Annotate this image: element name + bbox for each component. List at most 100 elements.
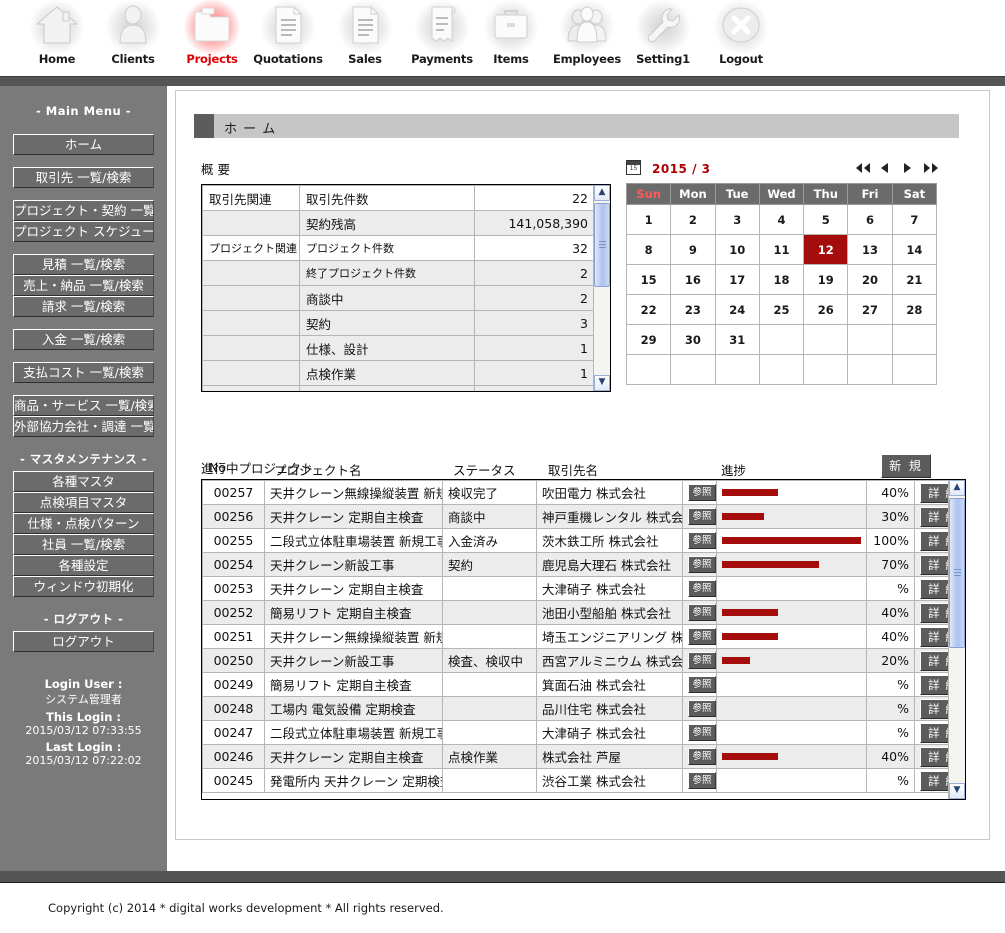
projects-scroll-down-icon[interactable]: ▼ — [949, 783, 965, 799]
calendar-day-29[interactable]: 29 — [625, 324, 672, 355]
calendar-day-15[interactable]: 15 — [625, 264, 672, 295]
reference-button[interactable]: 参照 — [688, 700, 716, 717]
sidebar-maintenance-item-0[interactable]: 各種マスタ — [13, 471, 154, 492]
sidebar-maintenance-item-3[interactable]: 社員 一覧/検索 — [13, 534, 154, 555]
sidebar-item-3-2[interactable]: 請求 一覧/検索 — [13, 296, 154, 317]
sidebar-item-2-1[interactable]: プロジェクト スケジュール — [13, 221, 154, 242]
top-nav-underline — [0, 76, 1005, 86]
calendar-day-20[interactable]: 20 — [847, 264, 893, 295]
progress-bar-cell — [716, 648, 867, 673]
project-no: 00255 — [202, 528, 265, 553]
calendar-day-5[interactable]: 5 — [803, 204, 849, 235]
sidebar-maintenance-items: 各種マスタ 点検項目マスタ 仕様・点検パターン 社員 一覧/検索 各種設定 ウィンドウ初期… — [0, 471, 167, 597]
sidebar-item-6-0[interactable]: 商品・サービス 一覧/検索 — [13, 395, 154, 416]
sidebar-maintenance-item-1[interactable]: 点検項目マスタ — [13, 492, 154, 513]
reference-button[interactable]: 参照 — [688, 676, 716, 693]
calendar-day-22[interactable]: 22 — [625, 294, 672, 325]
reference-button[interactable]: 参照 — [688, 532, 716, 549]
sidebar-item-0-0[interactable]: ホーム — [13, 134, 154, 155]
reference-button[interactable]: 参照 — [688, 652, 716, 669]
calendar-day-9[interactable]: 9 — [670, 234, 716, 265]
calendar-day-27[interactable]: 27 — [847, 294, 893, 325]
calendar-day-3[interactable]: 3 — [714, 204, 760, 235]
reference-button[interactable]: 参照 — [688, 556, 716, 573]
sidebar-maintenance-item-2[interactable]: 仕様・点検パターン — [13, 513, 154, 534]
calendar-next-year-icon[interactable] — [922, 160, 940, 179]
calendar-day-2[interactable]: 2 — [670, 204, 716, 235]
summary-scroll-down-icon[interactable]: ▼ — [594, 375, 610, 391]
reference-button[interactable]: 参照 — [688, 508, 716, 525]
calendar-day-13[interactable]: 13 — [847, 234, 893, 265]
calendar-day-7[interactable]: 7 — [891, 204, 938, 235]
sidebar-item-1-0[interactable]: 取引先 一覧/検索 — [13, 167, 154, 188]
summary-scroll-thumb[interactable] — [594, 203, 610, 287]
calendar-day-4[interactable]: 4 — [758, 204, 805, 235]
nav-item-clients[interactable]: Clients — [88, 0, 178, 74]
calendar-day-19[interactable]: 19 — [803, 264, 849, 295]
reference-button[interactable]: 参照 — [688, 724, 716, 741]
calendar-weekday-sat: Sat — [891, 183, 938, 205]
calendar-header: 15 2015 / 3 — [626, 159, 946, 183]
progress-bar-fill — [722, 753, 778, 760]
table-row: 00248 工場内 電気設備 定期検査 品川住宅 株式会社 参照% 詳 細 — [202, 696, 965, 721]
project-no: 00245 — [202, 768, 265, 793]
sidebar-item-logout[interactable]: ログアウト — [13, 631, 154, 652]
projects-scroll-thumb[interactable] — [949, 498, 965, 648]
new-project-button[interactable]: 新 規 — [881, 454, 931, 478]
column-header-customer: 取引先名 — [548, 463, 599, 478]
calendar-day-30[interactable]: 30 — [670, 324, 716, 355]
project-name: 簡易リフト 定期自主検査 — [264, 600, 443, 625]
scroll-grip-icon — [954, 569, 961, 577]
sidebar-item-4-0[interactable]: 入金 一覧/検索 — [13, 329, 154, 350]
summary-group — [202, 310, 300, 336]
calendar-day-18[interactable]: 18 — [758, 264, 805, 295]
calendar-day-31[interactable]: 31 — [714, 324, 760, 355]
calendar-day-1[interactable]: 1 — [625, 204, 672, 235]
calendar-day-12[interactable]: 12 — [803, 234, 849, 265]
calendar-day-17[interactable]: 17 — [714, 264, 760, 295]
projects-scrollbar[interactable]: ▲ ▼ — [948, 480, 965, 799]
calendar-day-23[interactable]: 23 — [670, 294, 716, 325]
reference-button[interactable]: 参照 — [688, 772, 716, 789]
summary-scroll-up-icon[interactable]: ▲ — [594, 185, 610, 201]
table-row: 00256 天井クレーン 定期自主検査 商談中 神戸重機レンタル 株式会社 参照 30% 詳… — [202, 504, 965, 529]
sidebar-item-6-1[interactable]: 外部協力会社・調達 一覧 — [13, 416, 154, 437]
calendar-day-11[interactable]: 11 — [758, 234, 805, 265]
sidebar-item-3-1[interactable]: 売上・納品 一覧/検索 — [13, 275, 154, 296]
calendar-day-24[interactable]: 24 — [714, 294, 760, 325]
project-name: 天井クレーン 定期自主検査 — [264, 744, 443, 769]
summary-name: 契約 — [299, 310, 475, 336]
sidebar-maintenance-item-5[interactable]: ウィンドウ初期化 — [13, 576, 154, 597]
table-row: 00252 簡易リフト 定期自主検査 池田小型船舶 株式会社 参照 40% 詳 細 — [202, 600, 965, 625]
progress-bar-fill — [722, 657, 750, 664]
reference-button[interactable]: 参照 — [688, 484, 716, 501]
projects-scroll-up-icon[interactable]: ▲ — [949, 480, 965, 496]
calendar-next-month-icon[interactable] — [902, 160, 914, 179]
nav-item-setting1[interactable]: Setting1 — [618, 0, 708, 74]
summary-scrollbar[interactable]: ▲ ▼ — [593, 185, 610, 391]
calendar-prev-month-icon[interactable] — [878, 160, 890, 179]
calendar-prev-year-icon[interactable] — [854, 160, 872, 179]
reference-button[interactable]: 参照 — [688, 628, 716, 645]
sidebar-maintenance-item-4[interactable]: 各種設定 — [13, 555, 154, 576]
reference-button[interactable]: 参照 — [688, 748, 716, 765]
calendar-day-10[interactable]: 10 — [714, 234, 760, 265]
calendar-day-16[interactable]: 16 — [670, 264, 716, 295]
reference-button[interactable]: 参照 — [688, 604, 716, 621]
summary-name: 商談中 — [299, 285, 475, 311]
calendar-day-28[interactable]: 28 — [891, 294, 938, 325]
project-no: 00247 — [202, 720, 265, 745]
sidebar-item-2-0[interactable]: プロジェクト・契約 一覧 — [13, 200, 154, 221]
sidebar-item-5-0[interactable]: 支払コスト 一覧/検索 — [13, 362, 154, 383]
calendar-day-14[interactable]: 14 — [891, 234, 938, 265]
calendar-day-6[interactable]: 6 — [847, 204, 893, 235]
nav-item-logout[interactable]: Logout — [696, 0, 786, 74]
calendar-day-25[interactable]: 25 — [758, 294, 805, 325]
project-status — [442, 696, 537, 721]
reference-button[interactable]: 参照 — [688, 580, 716, 597]
calendar-day-21[interactable]: 21 — [891, 264, 938, 295]
progress-bar-cell — [716, 552, 867, 577]
calendar-day-8[interactable]: 8 — [625, 234, 672, 265]
sidebar-item-3-0[interactable]: 見積 一覧/検索 — [13, 254, 154, 275]
calendar-day-26[interactable]: 26 — [803, 294, 849, 325]
